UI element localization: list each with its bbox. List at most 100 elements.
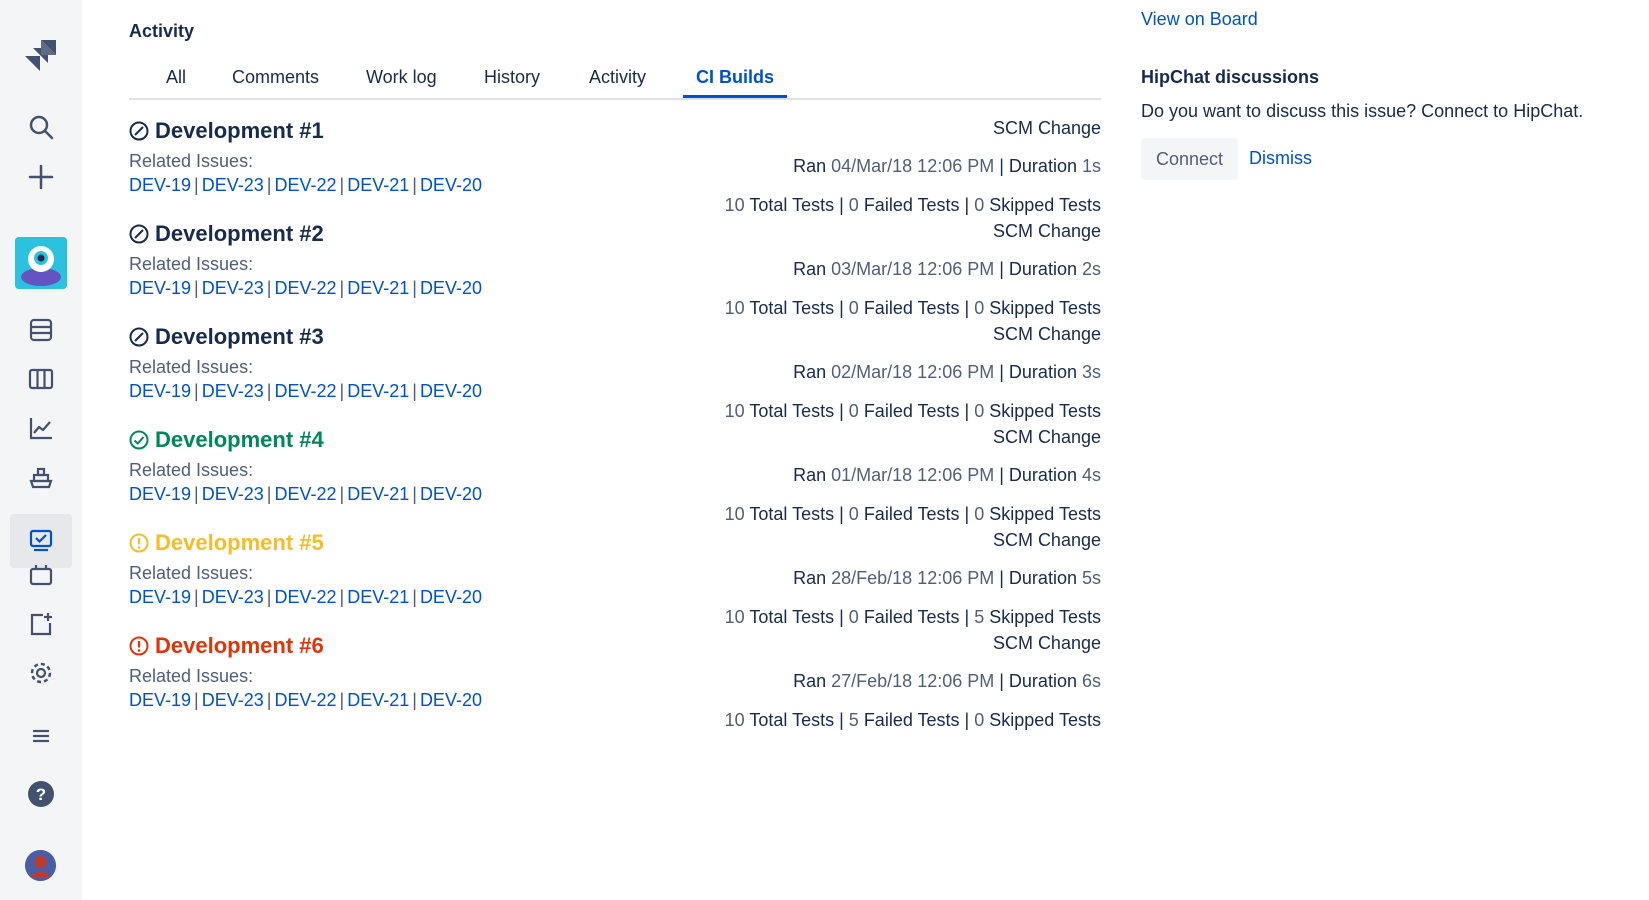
settings-gear-icon[interactable] <box>21 653 61 693</box>
related-issue-link[interactable]: DEV-21 <box>347 278 409 298</box>
add-item-icon[interactable] <box>21 604 61 644</box>
tab-activity[interactable]: Activity <box>589 67 646 88</box>
tab-ci-builds[interactable]: CI Builds <box>696 67 774 88</box>
duration-value: 5s <box>1081 568 1101 588</box>
skipped-tests-count: 0 <box>974 710 985 730</box>
tab-history[interactable]: History <box>484 67 540 88</box>
related-issue-link[interactable]: DEV-21 <box>347 690 409 710</box>
related-issue-link[interactable]: DEV-22 <box>274 587 336 607</box>
build-name[interactable]: Development #6 <box>155 633 324 659</box>
issue-separator: | <box>266 278 272 298</box>
related-issue-link[interactable]: DEV-22 <box>274 175 336 195</box>
scm-change-link[interactable]: SCM Change <box>993 427 1101 448</box>
hipchat-prompt: Do you want to discuss this issue? Conne… <box>1141 101 1584 121</box>
build-name[interactable]: Development #4 <box>155 427 324 453</box>
scm-change-link[interactable]: SCM Change <box>993 118 1101 139</box>
related-issue-link[interactable]: DEV-20 <box>420 690 482 710</box>
total-tests-count: 10 <box>724 607 745 627</box>
issue-separator: | <box>194 484 199 504</box>
connect-button[interactable]: Connect <box>1141 138 1238 180</box>
ci-build-item: Development #5 Related Issues: DEV-19 | DEV-… <box>129 530 1101 633</box>
project-avatar[interactable] <box>15 237 67 289</box>
issue-separator: | <box>194 278 199 298</box>
build-title[interactable]: Development #1 <box>129 118 324 144</box>
issue-separator: | <box>194 175 199 195</box>
jira-logo-icon[interactable] <box>21 36 61 76</box>
build-title[interactable]: Development #2 <box>129 221 324 247</box>
skipped-tests-label: Skipped Tests <box>989 195 1101 215</box>
duration-label: | Duration <box>999 671 1077 691</box>
related-issue-link[interactable]: DEV-21 <box>347 175 409 195</box>
global-sidebar: ? <box>0 0 82 900</box>
build-title[interactable]: Development #5 <box>129 530 324 556</box>
related-issue-link[interactable]: DEV-19 <box>129 587 191 607</box>
issue-separator: | <box>339 175 345 195</box>
related-issue-link[interactable]: DEV-20 <box>420 175 482 195</box>
scm-change-link[interactable]: SCM Change <box>993 324 1101 345</box>
components-icon[interactable] <box>21 555 61 595</box>
related-issue-link[interactable]: DEV-21 <box>347 381 409 401</box>
tab-work-log[interactable]: Work log <box>366 67 437 88</box>
related-issue-link[interactable]: DEV-20 <box>420 587 482 607</box>
failed-tests-count: 0 <box>848 504 859 524</box>
issue-separator: | <box>339 278 345 298</box>
related-issue-link[interactable]: DEV-22 <box>274 484 336 504</box>
tab-all[interactable]: All <box>166 67 186 88</box>
build-title[interactable]: Development #3 <box>129 324 324 350</box>
related-issue-link[interactable]: DEV-20 <box>420 484 482 504</box>
related-issue-link[interactable]: DEV-22 <box>274 381 336 401</box>
total-tests-count: 10 <box>724 504 745 524</box>
build-name[interactable]: Development #3 <box>155 324 324 350</box>
related-issue-link[interactable]: DEV-19 <box>129 381 191 401</box>
total-tests-count: 10 <box>724 298 745 318</box>
related-issues-list: DEV-19 | DEV-23 | DEV-22 | DEV-21 | DEV-20 <box>129 587 482 608</box>
duration-value: 4s <box>1081 465 1101 485</box>
build-run-info: Ran 02/Mar/18 12:06 PM | Duration 3s <box>793 362 1101 383</box>
related-issue-link[interactable]: DEV-23 <box>202 587 264 607</box>
build-name[interactable]: Development #5 <box>155 530 324 556</box>
issue-separator: | <box>339 690 345 710</box>
related-issue-link[interactable]: DEV-23 <box>202 278 264 298</box>
build-status-success-icon <box>129 430 149 450</box>
issue-separator: | <box>266 175 272 195</box>
scm-change-link[interactable]: SCM Change <box>993 633 1101 654</box>
related-issue-link[interactable]: DEV-19 <box>129 175 191 195</box>
related-issue-link[interactable]: DEV-19 <box>129 690 191 710</box>
dismiss-button[interactable]: Dismiss <box>1249 148 1312 169</box>
build-name[interactable]: Development #1 <box>155 118 324 144</box>
related-issue-link[interactable]: DEV-23 <box>202 484 264 504</box>
failed-tests-count: 0 <box>848 298 859 318</box>
search-icon[interactable] <box>21 107 61 147</box>
related-issue-link[interactable]: DEV-21 <box>347 484 409 504</box>
related-issue-link[interactable]: DEV-19 <box>129 278 191 298</box>
failed-tests-label: Failed Tests | <box>863 298 970 318</box>
related-issue-link[interactable]: DEV-23 <box>202 690 264 710</box>
tab-comments[interactable]: Comments <box>232 67 319 88</box>
related-issue-link[interactable]: DEV-19 <box>129 484 191 504</box>
help-icon[interactable]: ? <box>21 774 61 814</box>
releases-icon[interactable] <box>21 457 61 497</box>
related-issue-link[interactable]: DEV-20 <box>420 381 482 401</box>
board-icon[interactable] <box>21 359 61 399</box>
issue-separator: | <box>412 175 417 195</box>
build-status-default-icon <box>129 224 149 244</box>
view-on-board-link[interactable]: View on Board <box>1141 9 1258 30</box>
build-name[interactable]: Development #2 <box>155 221 324 247</box>
related-issue-link[interactable]: DEV-22 <box>274 278 336 298</box>
ran-date: 02/Mar/18 12:06 PM <box>831 362 995 382</box>
build-title[interactable]: Development #6 <box>129 633 324 659</box>
reports-icon[interactable] <box>21 408 61 448</box>
related-issue-link[interactable]: DEV-23 <box>202 381 264 401</box>
create-plus-icon[interactable] <box>21 157 61 197</box>
related-issue-link[interactable]: DEV-22 <box>274 690 336 710</box>
related-issue-link[interactable]: DEV-20 <box>420 278 482 298</box>
user-avatar[interactable] <box>25 850 56 881</box>
scm-change-link[interactable]: SCM Change <box>993 221 1101 242</box>
scm-change-link[interactable]: SCM Change <box>993 530 1101 551</box>
related-issue-link[interactable]: DEV-21 <box>347 587 409 607</box>
related-issue-link[interactable]: DEV-23 <box>202 175 264 195</box>
build-title[interactable]: Development #4 <box>129 427 324 453</box>
ran-date: 28/Feb/18 12:06 PM <box>831 568 995 588</box>
backlog-icon[interactable] <box>21 310 61 350</box>
menu-icon[interactable] <box>21 716 61 756</box>
